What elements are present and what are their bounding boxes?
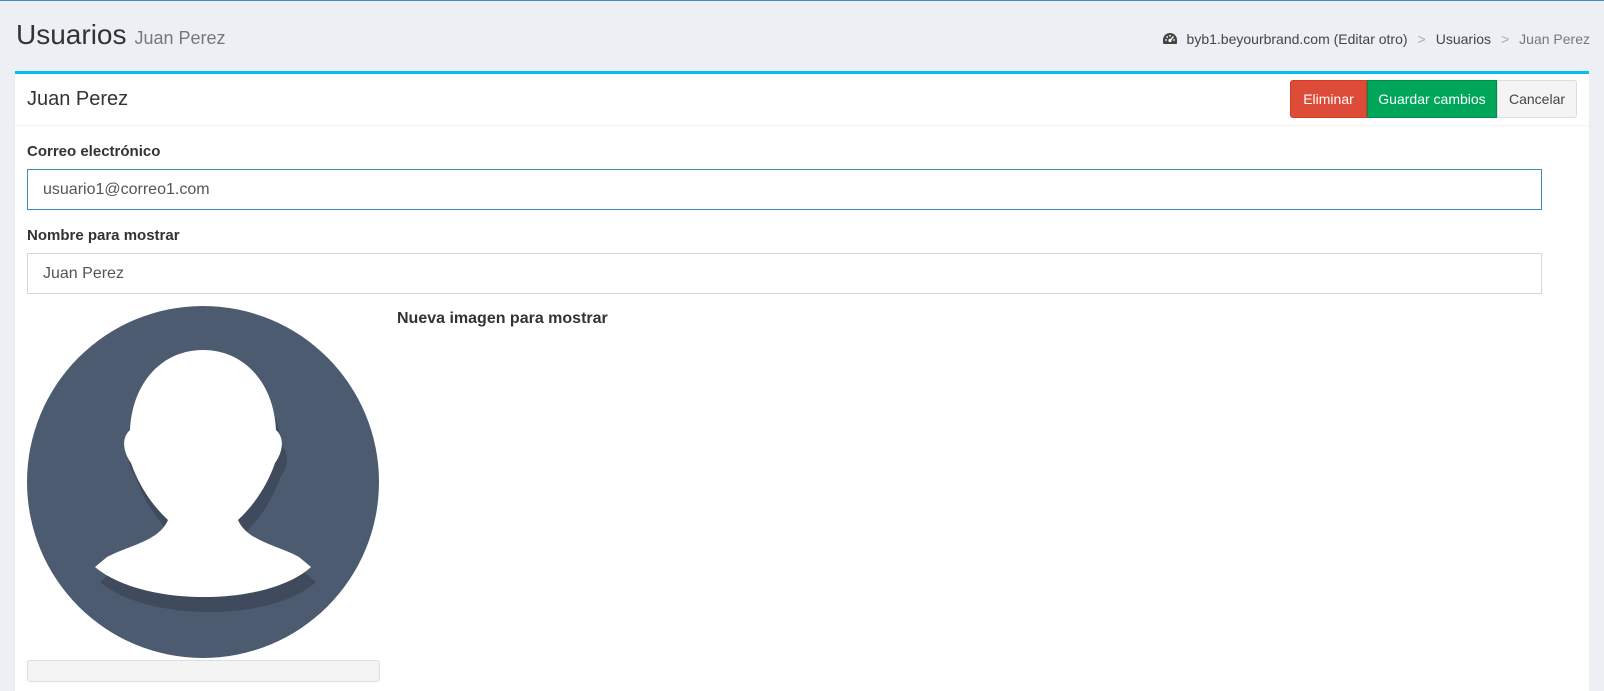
breadcrumb-current: Juan Perez: [1519, 31, 1590, 47]
breadcrumb-section-link[interactable]: Usuarios: [1436, 29, 1491, 49]
new-image-label: Nueva imagen para mostrar: [397, 310, 608, 327]
avatar-upload-button[interactable]: [27, 660, 380, 682]
breadcrumb-site-link[interactable]: byb1.beyourbrand.com (Editar otro): [1187, 29, 1408, 49]
action-button-group: Eliminar Guardar cambios Cancelar: [1290, 80, 1577, 118]
delete-button[interactable]: Eliminar: [1290, 80, 1367, 118]
breadcrumb-separator: >: [1500, 31, 1510, 47]
breadcrumb-separator: >: [1417, 31, 1426, 47]
display-name-label: Nombre para mostrar: [27, 227, 180, 244]
avatar: [27, 306, 379, 658]
dashboard-icon: [1162, 33, 1177, 44]
user-silhouette-icon: [27, 306, 379, 658]
page-title: Usuarios Juan Perez: [16, 17, 226, 56]
email-field[interactable]: [27, 169, 1542, 210]
email-label: Correo electrónico: [27, 143, 161, 160]
box-header: Juan Perez Eliminar Guardar cambios Canc…: [15, 74, 1589, 126]
box-title: Juan Perez: [27, 88, 129, 110]
page-title-text: Usuarios: [16, 19, 127, 50]
page-subtitle: Juan Perez: [134, 28, 226, 48]
cancel-button[interactable]: Cancelar: [1497, 80, 1577, 118]
save-button[interactable]: Guardar cambios: [1367, 80, 1497, 118]
user-edit-box: Juan Perez Eliminar Guardar cambios Canc…: [15, 71, 1589, 691]
display-name-field[interactable]: [27, 253, 1542, 294]
content-header: Usuarios Juan Perez byb1.beyourbrand.com …: [0, 1, 1604, 71]
breadcrumb: byb1.beyourbrand.com (Editar otro) > Usu…: [1162, 29, 1590, 49]
